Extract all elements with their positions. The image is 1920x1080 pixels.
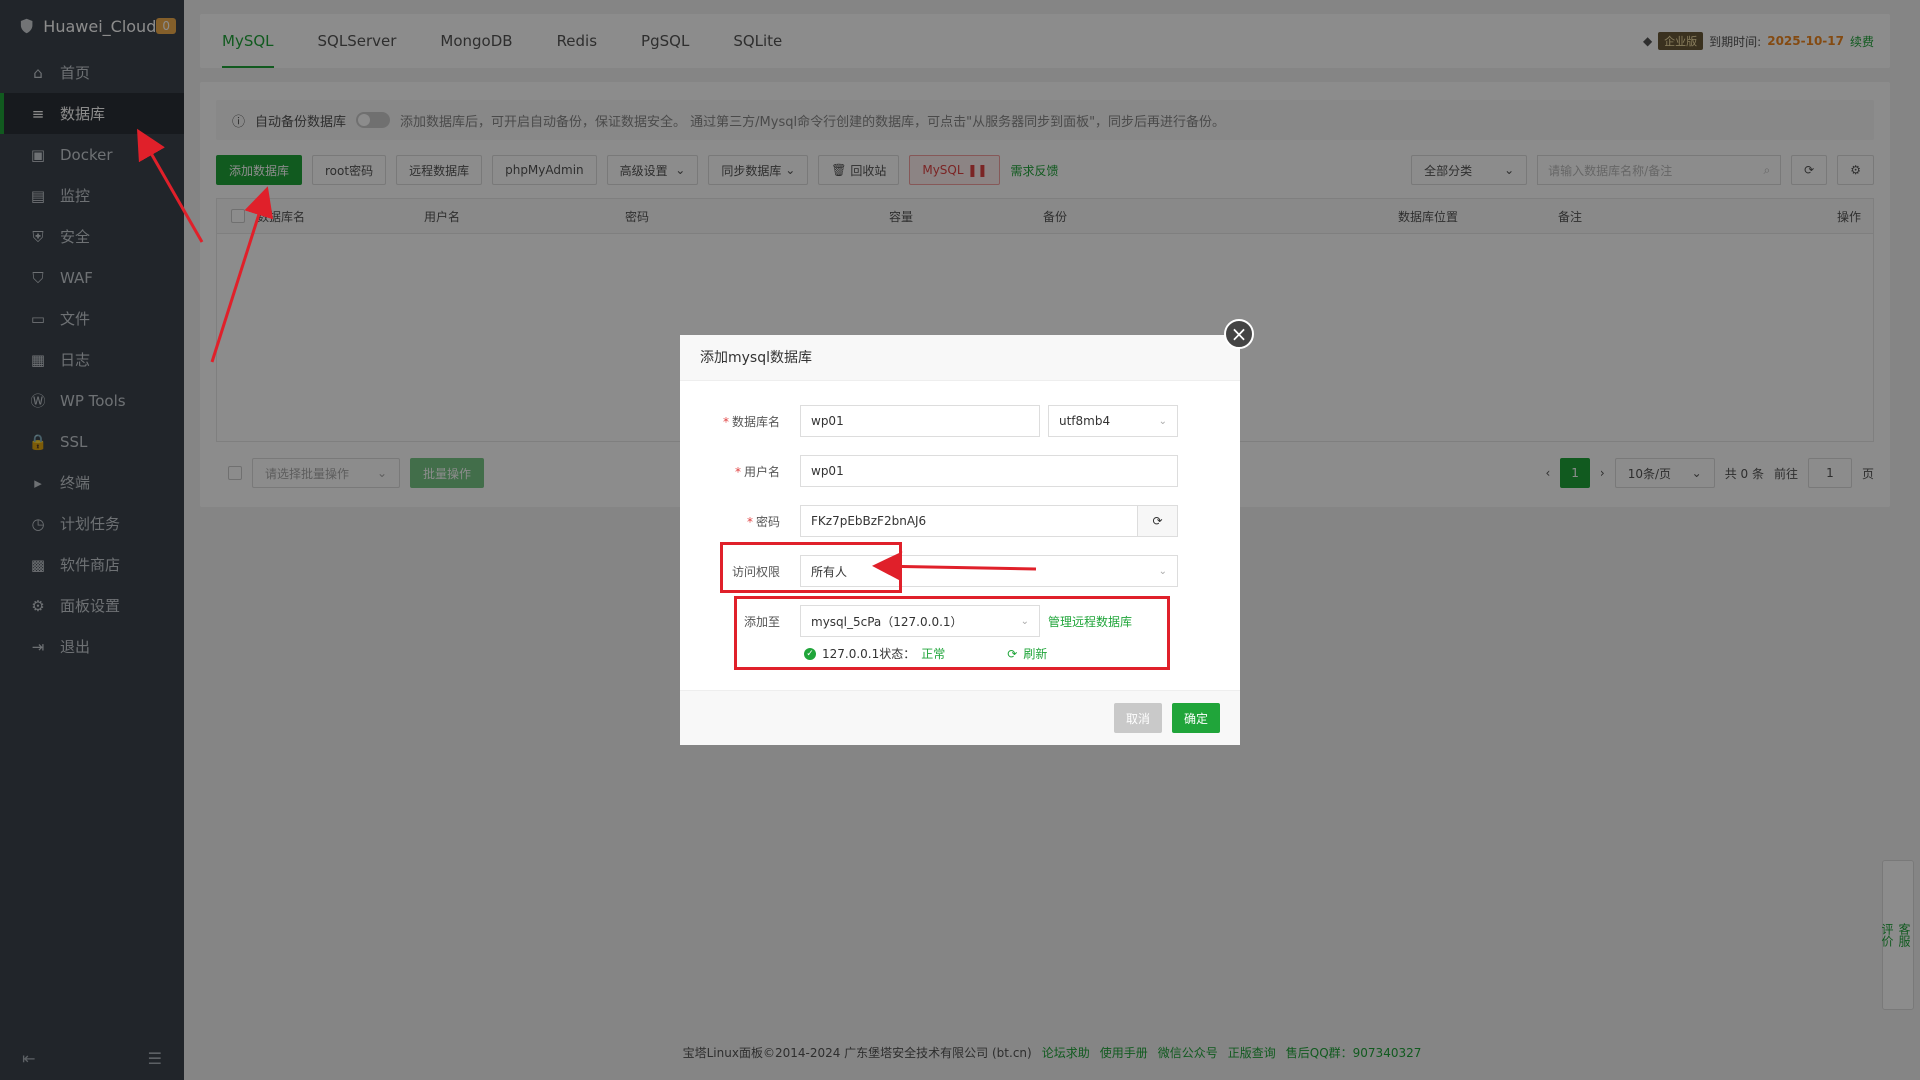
annotation-arrows <box>137 128 1037 582</box>
arrow-to-database-menu <box>137 128 204 243</box>
arrow-to-add-button <box>210 186 274 363</box>
arrow-to-access <box>872 551 1037 582</box>
